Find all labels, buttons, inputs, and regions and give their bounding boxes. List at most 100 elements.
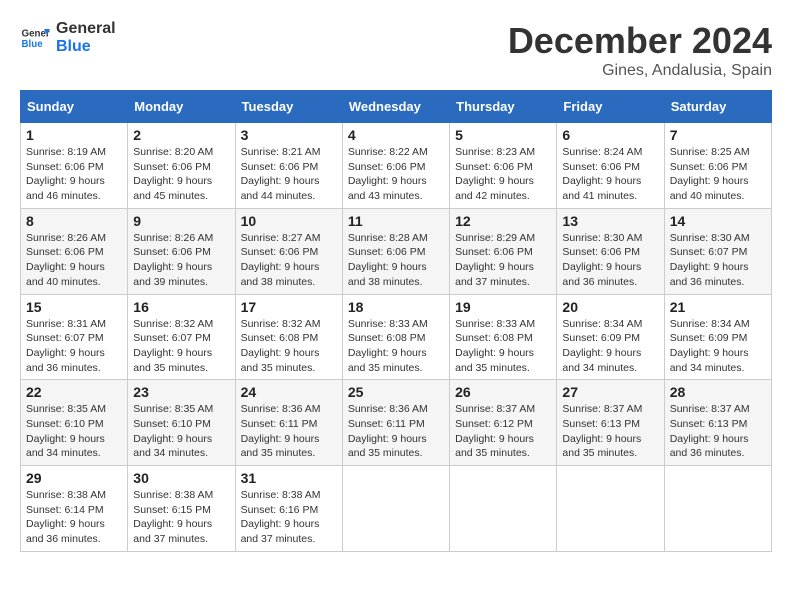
day-info: Sunrise: 8:34 AM Sunset: 6:09 PM Dayligh… <box>670 317 766 376</box>
week-row-3: 15Sunrise: 8:31 AM Sunset: 6:07 PM Dayli… <box>21 294 772 380</box>
day-number: 4 <box>348 127 444 143</box>
calendar-cell: 11Sunrise: 8:28 AM Sunset: 6:06 PM Dayli… <box>342 208 449 294</box>
day-number: 17 <box>241 299 337 315</box>
calendar-cell: 25 Sunrise: 8:36 AM Sunset: 6:11 PM Dayli… <box>342 380 449 466</box>
day-number: 5 <box>455 127 551 143</box>
day-info: Sunrise: 8:25 AM Sunset: 6:06 PM Dayligh… <box>670 145 766 204</box>
calendar-cell: 7 Sunrise: 8:25 AM Sunset: 6:06 PM Daylig… <box>664 123 771 209</box>
calendar-cell: 15Sunrise: 8:31 AM Sunset: 6:07 PM Dayli… <box>21 294 128 380</box>
calendar-cell: 24 Sunrise: 8:36 AM Sunset: 6:11 PM Dayli… <box>235 380 342 466</box>
day-info: Sunrise: 8:33 AM Sunset: 6:08 PM Dayligh… <box>455 317 551 376</box>
day-info: Sunrise: 8:34 AM Sunset: 6:09 PM Dayligh… <box>562 317 658 376</box>
day-number: 30 <box>133 470 229 486</box>
calendar-cell: 16 Sunrise: 8:32 AM Sunset: 6:07 PM Dayli… <box>128 294 235 380</box>
calendar-cell: 4 Sunrise: 8:22 AM Sunset: 6:06 PM Daylig… <box>342 123 449 209</box>
day-info: Sunrise: 8:35 AM Sunset: 6:10 PM Dayligh… <box>133 402 229 461</box>
day-number: 25 <box>348 384 444 400</box>
calendar-cell: 2 Sunrise: 8:20 AM Sunset: 6:06 PM Daylig… <box>128 123 235 209</box>
day-number: 7 <box>670 127 766 143</box>
day-number: 3 <box>241 127 337 143</box>
day-number: 27 <box>562 384 658 400</box>
day-info: Sunrise: 8:30 AM Sunset: 6:07 PM Dayligh… <box>670 231 766 290</box>
day-info: Sunrise: 8:38 AM Sunset: 6:15 PM Dayligh… <box>133 488 229 547</box>
day-number: 26 <box>455 384 551 400</box>
logo-text-line2: Blue <box>56 38 116 56</box>
header-row: SundayMondayTuesdayWednesdayThursdayFrid… <box>21 91 772 123</box>
calendar-cell <box>664 466 771 552</box>
day-info: Sunrise: 8:32 AM Sunset: 6:07 PM Dayligh… <box>133 317 229 376</box>
col-header-sunday: Sunday <box>21 91 128 123</box>
col-header-monday: Monday <box>128 91 235 123</box>
day-info: Sunrise: 8:38 AM Sunset: 6:14 PM Dayligh… <box>26 488 122 547</box>
day-info: Sunrise: 8:29 AM Sunset: 6:06 PM Dayligh… <box>455 231 551 290</box>
day-info: Sunrise: 8:24 AM Sunset: 6:06 PM Dayligh… <box>562 145 658 204</box>
day-number: 29 <box>26 470 122 486</box>
calendar-cell: 26 Sunrise: 8:37 AM Sunset: 6:12 PM Dayli… <box>450 380 557 466</box>
calendar-cell: 12 Sunrise: 8:29 AM Sunset: 6:06 PM Dayli… <box>450 208 557 294</box>
calendar-cell: 9 Sunrise: 8:26 AM Sunset: 6:06 PM Daylig… <box>128 208 235 294</box>
day-info: Sunrise: 8:38 AM Sunset: 6:16 PM Dayligh… <box>241 488 337 547</box>
day-info: Sunrise: 8:22 AM Sunset: 6:06 PM Dayligh… <box>348 145 444 204</box>
calendar-cell <box>342 466 449 552</box>
calendar-cell: 21Sunrise: 8:34 AM Sunset: 6:09 PM Dayli… <box>664 294 771 380</box>
day-info: Sunrise: 8:37 AM Sunset: 6:13 PM Dayligh… <box>562 402 658 461</box>
day-info: Sunrise: 8:21 AM Sunset: 6:06 PM Dayligh… <box>241 145 337 204</box>
day-info: Sunrise: 8:36 AM Sunset: 6:11 PM Dayligh… <box>241 402 337 461</box>
day-info: Sunrise: 8:27 AM Sunset: 6:06 PM Dayligh… <box>241 231 337 290</box>
day-number: 13 <box>562 213 658 229</box>
day-number: 9 <box>133 213 229 229</box>
week-row-5: 29 Sunrise: 8:38 AM Sunset: 6:14 PM Dayli… <box>21 466 772 552</box>
day-number: 12 <box>455 213 551 229</box>
calendar-cell: 19 Sunrise: 8:33 AM Sunset: 6:08 PM Dayli… <box>450 294 557 380</box>
week-row-1: 1Sunrise: 8:19 AM Sunset: 6:06 PM Daylig… <box>21 123 772 209</box>
day-number: 14 <box>670 213 766 229</box>
day-info: Sunrise: 8:31 AM Sunset: 6:07 PM Dayligh… <box>26 317 122 376</box>
svg-text:Blue: Blue <box>22 39 44 50</box>
col-header-thursday: Thursday <box>450 91 557 123</box>
day-number: 28 <box>670 384 766 400</box>
calendar-cell <box>450 466 557 552</box>
calendar-table: SundayMondayTuesdayWednesdayThursdayFrid… <box>20 90 772 552</box>
calendar-cell: 13Sunrise: 8:30 AM Sunset: 6:06 PM Dayli… <box>557 208 664 294</box>
day-number: 18 <box>348 299 444 315</box>
logo-icon: General Blue <box>20 23 50 53</box>
calendar-cell: 3 Sunrise: 8:21 AM Sunset: 6:06 PM Daylig… <box>235 123 342 209</box>
calendar-cell: 23 Sunrise: 8:35 AM Sunset: 6:10 PM Dayli… <box>128 380 235 466</box>
month-title: December 2024 <box>508 20 772 62</box>
day-info: Sunrise: 8:37 AM Sunset: 6:12 PM Dayligh… <box>455 402 551 461</box>
col-header-tuesday: Tuesday <box>235 91 342 123</box>
col-header-friday: Friday <box>557 91 664 123</box>
calendar-cell: 17 Sunrise: 8:32 AM Sunset: 6:08 PM Dayli… <box>235 294 342 380</box>
day-info: Sunrise: 8:33 AM Sunset: 6:08 PM Dayligh… <box>348 317 444 376</box>
day-info: Sunrise: 8:23 AM Sunset: 6:06 PM Dayligh… <box>455 145 551 204</box>
week-row-2: 8Sunrise: 8:26 AM Sunset: 6:06 PM Daylig… <box>21 208 772 294</box>
col-header-wednesday: Wednesday <box>342 91 449 123</box>
day-number: 11 <box>348 213 444 229</box>
calendar-cell: 5 Sunrise: 8:23 AM Sunset: 6:06 PM Daylig… <box>450 123 557 209</box>
day-info: Sunrise: 8:32 AM Sunset: 6:08 PM Dayligh… <box>241 317 337 376</box>
title-block: December 2024 Gines, Andalusia, Spain <box>508 20 772 80</box>
calendar-cell: 14 Sunrise: 8:30 AM Sunset: 6:07 PM Dayli… <box>664 208 771 294</box>
day-number: 10 <box>241 213 337 229</box>
calendar-cell: 27 Sunrise: 8:37 AM Sunset: 6:13 PM Dayli… <box>557 380 664 466</box>
day-number: 24 <box>241 384 337 400</box>
calendar-cell <box>557 466 664 552</box>
day-number: 2 <box>133 127 229 143</box>
day-number: 19 <box>455 299 551 315</box>
calendar-cell: 6Sunrise: 8:24 AM Sunset: 6:06 PM Daylig… <box>557 123 664 209</box>
page-header: General Blue General Blue December 2024 … <box>20 20 772 80</box>
day-info: Sunrise: 8:26 AM Sunset: 6:06 PM Dayligh… <box>26 231 122 290</box>
day-number: 16 <box>133 299 229 315</box>
day-info: Sunrise: 8:19 AM Sunset: 6:06 PM Dayligh… <box>26 145 122 204</box>
day-number: 23 <box>133 384 229 400</box>
location-subtitle: Gines, Andalusia, Spain <box>508 62 772 80</box>
day-number: 20 <box>562 299 658 315</box>
day-info: Sunrise: 8:36 AM Sunset: 6:11 PM Dayligh… <box>348 402 444 461</box>
col-header-saturday: Saturday <box>664 91 771 123</box>
day-number: 22 <box>26 384 122 400</box>
logo: General Blue General Blue <box>20 20 116 55</box>
day-info: Sunrise: 8:20 AM Sunset: 6:06 PM Dayligh… <box>133 145 229 204</box>
calendar-cell: 31Sunrise: 8:38 AM Sunset: 6:16 PM Dayli… <box>235 466 342 552</box>
calendar-cell: 10 Sunrise: 8:27 AM Sunset: 6:06 PM Dayli… <box>235 208 342 294</box>
day-info: Sunrise: 8:26 AM Sunset: 6:06 PM Dayligh… <box>133 231 229 290</box>
